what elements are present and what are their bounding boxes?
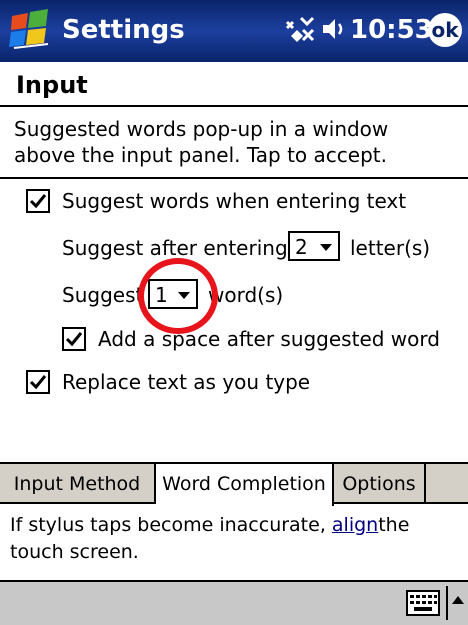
checkmark-icon	[29, 375, 47, 390]
tab-bar: Input Method Word Completion Options	[0, 462, 468, 506]
align-link[interactable]: align	[332, 514, 378, 536]
suggest-count-suffix: word(s)	[208, 283, 284, 307]
keyboard-icon[interactable]	[406, 590, 440, 616]
sip-arrow-icon[interactable]	[446, 586, 466, 620]
letters-dropdown-value: 2	[295, 235, 308, 259]
tab-options[interactable]: Options	[334, 464, 426, 504]
chevron-down-icon	[320, 244, 332, 251]
add-space-label[interactable]: Add a space after suggested word	[98, 327, 440, 351]
app-title: Settings	[62, 15, 185, 45]
suggest-count-prefix: Suggest	[62, 283, 144, 307]
suggest-after-suffix: letter(s)	[350, 236, 431, 260]
windows-start-icon[interactable]	[8, 8, 52, 52]
menu-bar	[0, 580, 468, 625]
clock[interactable]: 10:53	[350, 15, 433, 45]
calibration-hint: If stylus taps become inaccurate, alignt…	[10, 512, 460, 566]
replace-text-checkbox[interactable]	[26, 370, 50, 394]
checkmark-icon	[65, 332, 83, 347]
tab-word-completion[interactable]: Word Completion	[156, 464, 334, 506]
checkmark-icon	[29, 194, 47, 209]
page-title: Input	[16, 71, 88, 99]
connectivity-icon[interactable]	[283, 14, 317, 44]
suggest-words-label[interactable]: Suggest words when entering text	[62, 189, 406, 213]
page-description: Suggested words pop-up in a window above…	[14, 117, 389, 167]
tab-input-method[interactable]: Input Method	[0, 464, 156, 504]
letters-dropdown[interactable]: 2	[288, 231, 340, 261]
ok-button[interactable]: ok	[428, 13, 462, 47]
title-bar: Settings 10:53 ok	[0, 0, 468, 62]
suggest-after-prefix: Suggest after entering	[62, 236, 288, 260]
highlight-circle	[138, 258, 218, 334]
page-header: Input	[0, 62, 468, 107]
replace-text-label[interactable]: Replace text as you type	[62, 370, 310, 394]
add-space-checkbox[interactable]	[62, 327, 86, 351]
volume-icon[interactable]	[321, 16, 347, 42]
divider	[0, 177, 468, 179]
suggest-words-checkbox[interactable]	[26, 189, 50, 213]
hint-text-before: If stylus taps become inaccurate,	[10, 514, 332, 536]
